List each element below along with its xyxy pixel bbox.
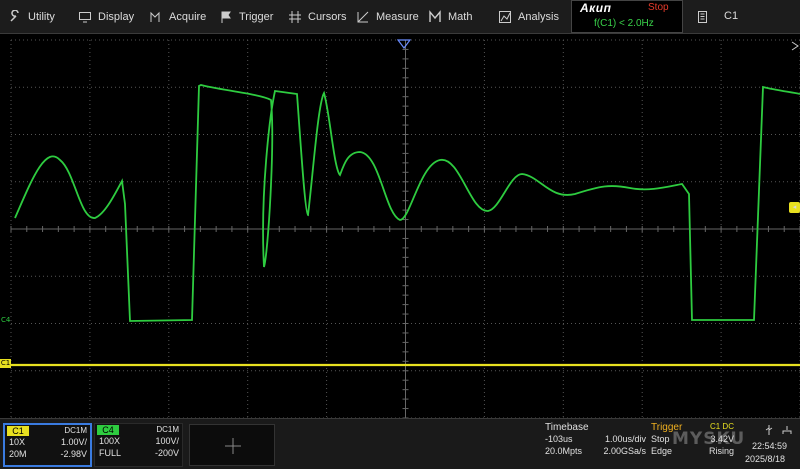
flag-icon bbox=[219, 10, 233, 24]
channel-offset: -2.98V bbox=[60, 449, 87, 459]
menu-acquire-label: Acquire bbox=[169, 10, 207, 23]
memory-icon[interactable] bbox=[697, 10, 709, 24]
menu-math-label: Math bbox=[448, 10, 473, 23]
run-status-panel[interactable]: Акип Stop f(C1) < 2.0Hz bbox=[571, 0, 683, 33]
menu-bar: Utility Display Acquire Trigger Cursors … bbox=[0, 0, 800, 34]
channel-bandwidth: 20M bbox=[9, 449, 27, 459]
measure-icon bbox=[356, 10, 370, 24]
clock: 22:54:59 bbox=[752, 441, 788, 451]
menu-analysis-label: Analysis bbox=[518, 10, 559, 23]
trigger-position-marker[interactable] bbox=[397, 39, 411, 49]
menu-trigger-label: Trigger bbox=[239, 10, 274, 23]
frequency-readout: f(C1) < 2.0Hz bbox=[594, 18, 654, 29]
trigger-type: Edge bbox=[651, 446, 673, 456]
network-icon bbox=[782, 426, 792, 434]
timebase-delay: -103us bbox=[545, 434, 573, 444]
menu-measure[interactable]: Measure bbox=[356, 0, 419, 33]
channel-coupling: DC1M bbox=[156, 425, 179, 434]
channel-tag-c4: C4 bbox=[97, 425, 119, 435]
watermark: MYSKU bbox=[672, 429, 746, 449]
trigger-mode: Stop bbox=[651, 434, 670, 444]
usb-icon bbox=[765, 425, 773, 435]
channel-panel-c1[interactable]: C1 DC1M 10X 1.00V/ 20M -2.98V bbox=[3, 423, 92, 467]
c1-offset-marker[interactable]: C1 bbox=[0, 359, 11, 368]
channel-panel-c4[interactable]: C4 DC1M 100X 100V/ FULL -200V bbox=[94, 423, 183, 467]
channel-scale: 100V/ bbox=[155, 436, 179, 446]
menu-cursors[interactable]: Cursors bbox=[288, 0, 347, 33]
menu-utility-label: Utility bbox=[28, 10, 55, 23]
plus-icon bbox=[225, 438, 241, 454]
add-channel-area[interactable] bbox=[189, 424, 275, 466]
sample-rate: 2.00GSa/s bbox=[603, 446, 646, 456]
channel-offset: -200V bbox=[154, 448, 179, 458]
menu-math[interactable]: Math bbox=[428, 0, 472, 33]
memory-depth: 20.0Mpts bbox=[545, 446, 583, 456]
channel-tag-c1: C1 bbox=[7, 426, 29, 436]
menu-measure-label: Measure bbox=[376, 10, 419, 23]
active-channel-select[interactable]: C1 bbox=[724, 10, 738, 22]
menu-analysis[interactable]: Analysis bbox=[498, 0, 559, 33]
waveform-area[interactable]: C4 C1 ◂ bbox=[0, 34, 800, 418]
analysis-icon bbox=[498, 10, 512, 24]
channel-bandwidth: FULL bbox=[99, 448, 122, 458]
timebase-scale: 1.00us/div bbox=[604, 434, 646, 444]
menu-trigger[interactable]: Trigger bbox=[219, 0, 273, 33]
brand-logo: Акип bbox=[580, 1, 612, 15]
menu-cursors-label: Cursors bbox=[308, 10, 347, 23]
channel-scale: 1.00V/ bbox=[60, 437, 87, 447]
menu-utility[interactable]: Utility bbox=[8, 0, 55, 33]
timebase-title: Timebase bbox=[545, 422, 589, 433]
scroll-right-icon[interactable] bbox=[790, 40, 800, 52]
graticule bbox=[10, 39, 800, 418]
trigger-level-arrow-icon: ◂ bbox=[792, 204, 797, 211]
c4-offset-marker[interactable]: C4 bbox=[1, 316, 10, 324]
channel-probe: 10X bbox=[9, 437, 26, 447]
run-status: Stop bbox=[648, 2, 669, 13]
menu-display[interactable]: Display bbox=[78, 0, 134, 33]
menu-acquire[interactable]: Acquire bbox=[149, 0, 206, 33]
monitor-icon bbox=[78, 10, 92, 24]
date: 2025/8/18 bbox=[745, 454, 786, 464]
wrench-icon bbox=[8, 9, 22, 24]
timebase-panel[interactable]: Timebase -103us 1.00us/div 20.0Mpts 2.00… bbox=[543, 422, 646, 458]
cursors-icon bbox=[288, 10, 302, 24]
menu-display-label: Display bbox=[98, 10, 135, 23]
trigger-level-marker[interactable]: ◂ bbox=[789, 202, 800, 213]
acquire-icon bbox=[149, 10, 163, 24]
channel-probe: 100X bbox=[99, 436, 121, 446]
math-icon bbox=[428, 9, 442, 24]
channel-coupling: DC1M bbox=[64, 426, 87, 435]
